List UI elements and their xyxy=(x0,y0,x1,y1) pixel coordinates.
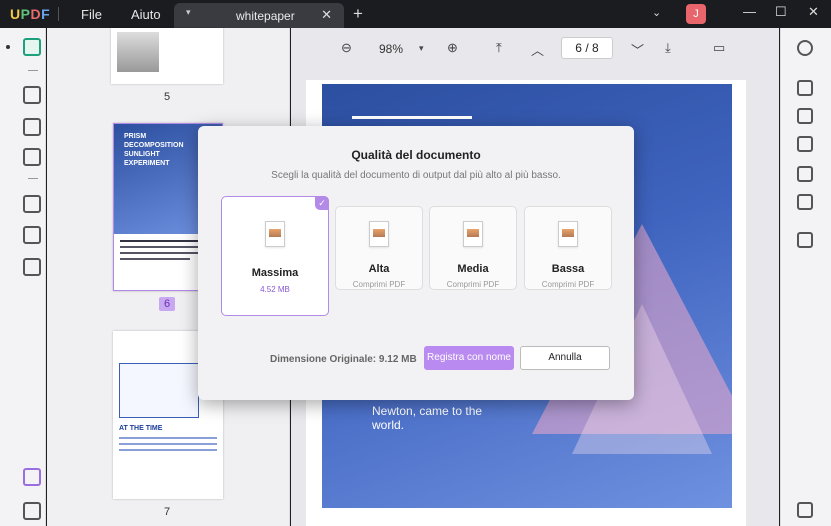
layers-icon[interactable] xyxy=(23,468,41,486)
email-icon[interactable] xyxy=(797,194,813,210)
chevron-down-icon[interactable]: ⌄ xyxy=(652,6,661,19)
option-desc: Comprimi PDF xyxy=(352,280,406,289)
minimize-icon[interactable]: — xyxy=(743,4,756,19)
thumbnail-diagram xyxy=(119,363,199,418)
zoom-in-icon[interactable]: ⊕ xyxy=(447,40,458,56)
dialog-subtitle: Scegli la qualità del documento di outpu… xyxy=(271,170,561,181)
quality-option-maximum[interactable]: ✓ Massima 4.52 MB xyxy=(221,196,329,316)
original-size-label: Dimensione Originale: 9.12 MB xyxy=(270,354,417,365)
avatar[interactable]: J xyxy=(686,4,706,24)
document-icon xyxy=(463,221,483,247)
page-number: 7 xyxy=(164,506,171,518)
ocr-icon[interactable] xyxy=(797,80,813,96)
next-page-icon[interactable]: ﹀ xyxy=(631,40,644,59)
page-number: 5 xyxy=(164,91,171,103)
zoom-dropdown-icon[interactable]: ▾ xyxy=(419,43,424,54)
form-icon[interactable] xyxy=(23,148,41,166)
quality-dialog: Qualità del documento Scegli la qualità … xyxy=(198,126,634,400)
zoom-out-icon[interactable]: ⊖ xyxy=(341,40,352,56)
protect-icon[interactable] xyxy=(797,136,813,152)
reader-icon[interactable] xyxy=(23,38,41,56)
bookmark-icon[interactable] xyxy=(23,502,41,520)
dialog-title: Qualità del documento xyxy=(351,148,481,162)
page-number-selected: 6 xyxy=(159,297,176,311)
current-page[interactable]: 6 xyxy=(575,41,582,55)
check-icon: ✓ xyxy=(315,196,329,210)
close-window-icon[interactable]: ✕ xyxy=(808,4,819,20)
viewer-toolbar: ⊖ 98% ▾ ⊕ ⤒ ︿ 6 / 8 ﹀ ⤓ ▭ xyxy=(291,28,779,68)
cancel-button[interactable]: Annulla xyxy=(520,346,610,370)
document-icon xyxy=(558,221,578,247)
tab-dropdown-icon[interactable]: ▾ xyxy=(186,7,191,18)
convert-icon[interactable] xyxy=(797,108,813,124)
thumbnail-text-line xyxy=(119,443,217,445)
left-tool-bar xyxy=(0,28,46,526)
presentation-icon[interactable]: ▭ xyxy=(713,40,725,56)
search-icon[interactable] xyxy=(797,40,813,56)
page-indicator[interactable]: 6 / 8 xyxy=(561,37,613,59)
thumbnail-image xyxy=(117,32,159,72)
new-tab-icon[interactable]: + xyxy=(353,4,363,24)
document-tab[interactable]: ▾ whitepaper ✕ xyxy=(174,3,344,28)
page-text-line: world. xyxy=(372,418,405,432)
page-text-line: Newton, came to the xyxy=(372,404,483,418)
title-separator xyxy=(58,7,59,21)
thumbnail-heading: AT THE TIME xyxy=(119,425,163,432)
save-icon[interactable] xyxy=(797,232,813,248)
zoom-level[interactable]: 98% xyxy=(379,42,403,56)
thumbnail-text-line xyxy=(120,258,190,260)
thumbnail-text-line xyxy=(119,449,217,451)
toolbar-divider xyxy=(28,178,38,179)
cover-rule xyxy=(352,116,472,119)
previous-page-icon[interactable]: ︿ xyxy=(531,40,544,59)
page-separator: / xyxy=(585,41,589,55)
option-desc: Comprimi PDF xyxy=(446,280,500,289)
highlighter-icon[interactable] xyxy=(23,86,41,104)
option-label: Alta xyxy=(368,263,390,275)
right-tool-bar xyxy=(780,28,831,526)
thumbnail-title: PRISM DECOMPOSITION SUNLIGHT EXPERIMENT xyxy=(124,133,184,167)
tab-title: whitepaper xyxy=(236,9,295,23)
quality-option-medium[interactable]: Media Comprimi PDF xyxy=(429,206,517,290)
tab-close-icon[interactable]: ✕ xyxy=(321,7,332,23)
menu-file[interactable]: File xyxy=(81,7,102,22)
quality-option-low[interactable]: Bassa Comprimi PDF xyxy=(524,206,612,290)
last-page-icon[interactable]: ⤓ xyxy=(665,40,671,56)
total-pages: 8 xyxy=(592,41,599,55)
comment-icon[interactable] xyxy=(797,502,813,518)
edit-text-icon[interactable] xyxy=(23,118,41,136)
option-label: Bassa xyxy=(551,263,585,275)
organize-pages-icon[interactable] xyxy=(23,195,41,213)
updf-logo: UPDF xyxy=(10,6,51,22)
active-indicator-dot xyxy=(6,45,10,49)
quality-option-high[interactable]: Alta Comprimi PDF xyxy=(335,206,423,290)
document-icon xyxy=(265,221,285,247)
option-label: Massima xyxy=(251,267,299,279)
title-bar: UPDF File Aiuto ▾ whitepaper ✕ + ⌄ J — ☐… xyxy=(0,0,831,28)
thumbnail-text-line xyxy=(119,437,217,439)
crop-icon[interactable] xyxy=(23,226,41,244)
document-icon xyxy=(369,221,389,247)
page-body-text: Newton, came to the world. xyxy=(372,404,482,432)
save-as-button[interactable]: Registra con nome xyxy=(424,346,514,370)
thumbnail-page-5[interactable] xyxy=(111,28,223,84)
maximize-icon[interactable]: ☐ xyxy=(775,4,787,20)
compress-icon[interactable] xyxy=(23,258,41,276)
option-desc: Comprimi PDF xyxy=(541,280,595,289)
menu-help[interactable]: Aiuto xyxy=(131,7,161,22)
toolbar-divider xyxy=(28,70,38,71)
first-page-icon[interactable]: ⤒ xyxy=(496,40,502,56)
share-icon[interactable] xyxy=(797,166,813,182)
option-label: Media xyxy=(457,263,489,275)
option-size: 4.52 MB xyxy=(260,285,290,294)
